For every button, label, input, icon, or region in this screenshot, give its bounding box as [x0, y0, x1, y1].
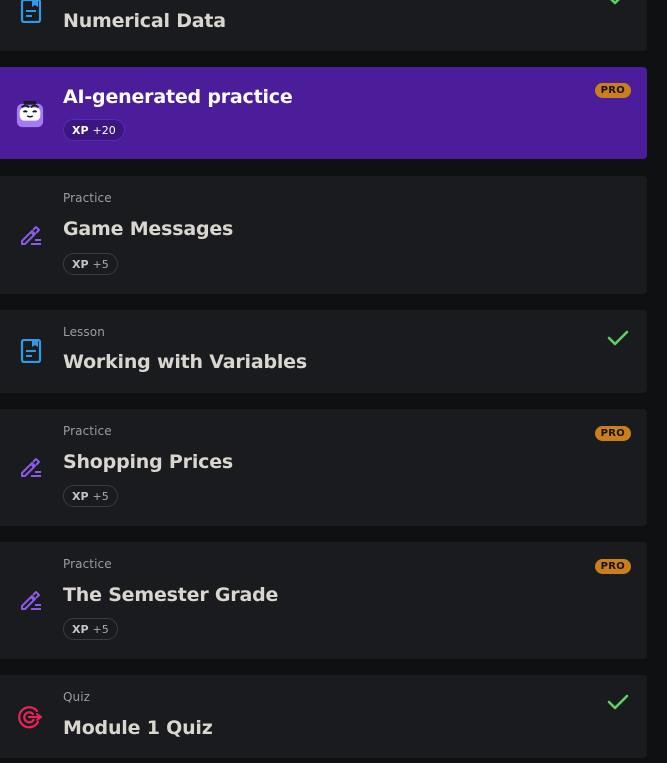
quiz-target-icon [18, 704, 44, 730]
module-item-list: Numerical Data AI-generated practice XP +… [0, 0, 667, 763]
lesson-card-numerical-data[interactable]: Numerical Data [0, 0, 647, 51]
practice-pencil-icon [18, 587, 44, 613]
card-title: AI-generated practice [63, 86, 293, 108]
ai-practice-card[interactable]: AI-generated practice XP +20 PRO [0, 67, 647, 159]
card-title: Shopping Prices [63, 451, 233, 473]
card-title: Numerical Data [63, 10, 226, 32]
lesson-card-working-with-variables[interactable]: Lesson Working with Variables [0, 310, 647, 393]
practice-card-shopping-prices[interactable]: Practice Shopping Prices XP +5 PRO [0, 409, 647, 526]
ai-robot-icon [15, 99, 45, 129]
pro-badge: PRO [594, 559, 631, 574]
practice-pencil-icon [18, 222, 44, 248]
lesson-icon [18, 0, 44, 24]
pro-badge: PRO [594, 426, 631, 441]
xp-badge: XP +5 [63, 485, 118, 507]
completed-check-icon [610, 0, 620, 5]
practice-card-semester-grade[interactable]: Practice The Semester Grade XP +5 PRO [0, 542, 647, 659]
card-title: Module 1 Quiz [63, 717, 213, 739]
pro-badge: PRO [594, 83, 631, 98]
practice-card-game-messages[interactable]: Practice Game Messages XP +5 [0, 176, 647, 294]
card-type-label: Practice [63, 191, 112, 205]
xp-badge: XP +5 [63, 253, 118, 275]
xp-badge: XP +20 [63, 119, 125, 141]
completed-check-icon [607, 694, 629, 710]
card-title: The Semester Grade [63, 584, 279, 606]
card-type-label: Quiz [63, 690, 91, 704]
practice-pencil-icon [18, 454, 44, 480]
card-type-label: Practice [63, 424, 112, 438]
lesson-icon [18, 338, 44, 364]
card-type-label: Practice [63, 557, 112, 571]
card-title: Working with Variables [63, 351, 307, 373]
quiz-card-module-1[interactable]: Quiz Module 1 Quiz [0, 675, 647, 758]
card-title: Game Messages [63, 218, 234, 240]
card-type-label: Lesson [63, 325, 105, 339]
xp-badge: XP +5 [63, 618, 118, 640]
completed-check-icon [607, 330, 629, 346]
